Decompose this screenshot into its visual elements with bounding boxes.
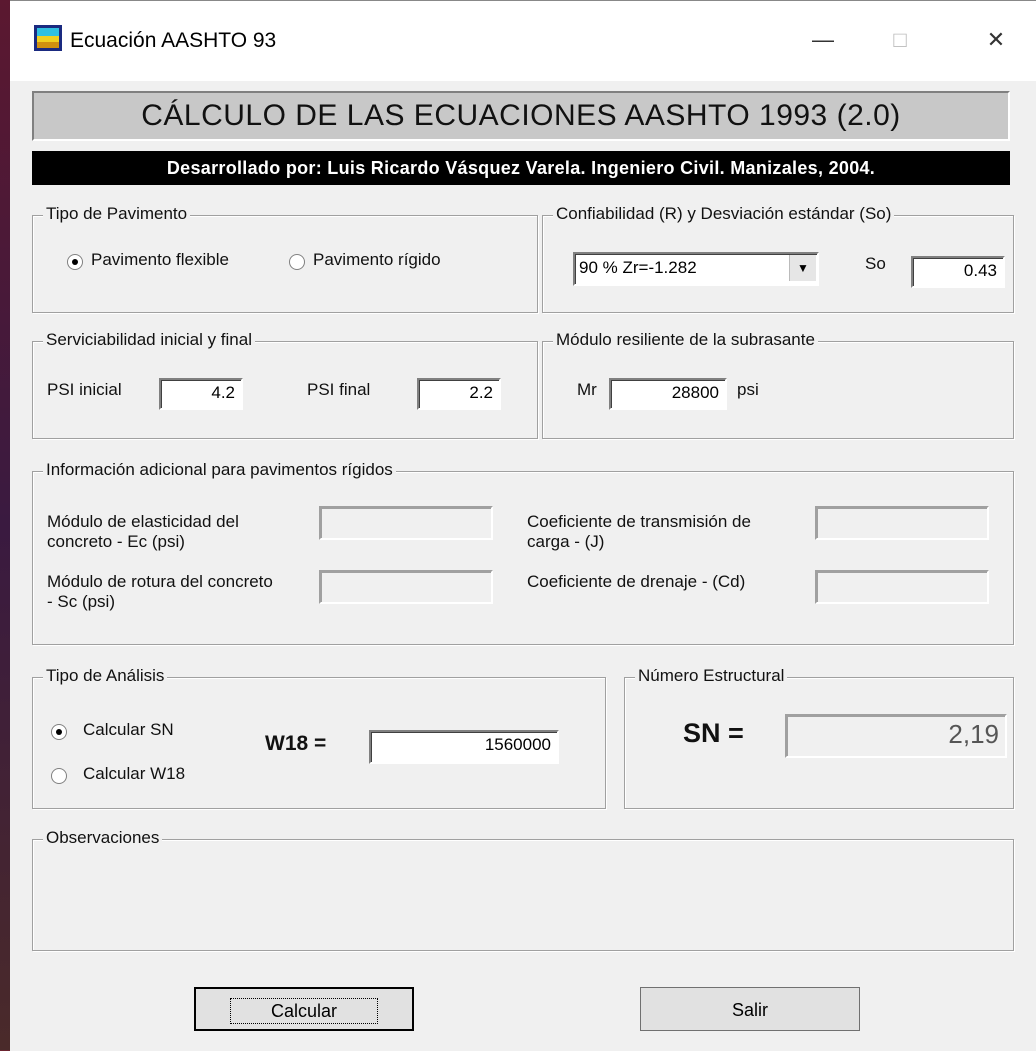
calculate-sn-radio[interactable] [51, 724, 67, 740]
serviceability-legend: Serviciabilidad inicial y final [43, 330, 255, 350]
calculate-sn-label[interactable]: Calcular SN [83, 720, 174, 740]
desktop-background [0, 0, 10, 1050]
psi-final-label: PSI final [307, 380, 371, 399]
modulus-group: Módulo resiliente de la subrasante Mr 28… [542, 330, 1014, 439]
pavement-flexible-label[interactable]: Pavimento flexible [91, 250, 229, 270]
ec-input[interactable] [319, 506, 493, 540]
pavement-rigid-label[interactable]: Pavimento rígido [313, 250, 441, 270]
calculate-w18-radio[interactable] [51, 768, 67, 784]
pavement-rigid-radio[interactable] [289, 254, 305, 270]
structural-number-legend: Número Estructural [635, 666, 788, 686]
mr-label: Mr [577, 380, 597, 399]
structural-number-group: Número Estructural SN = 2,19 [624, 666, 1014, 809]
observations-group: Observaciones [32, 828, 1014, 951]
psi-initial-input[interactable]: 4.2 [159, 378, 243, 410]
pavement-type-legend: Tipo de Pavimento [43, 204, 191, 224]
author-banner: Desarrollado por: Luis Ricardo Vásquez V… [32, 151, 1010, 185]
reliability-legend: Confiabilidad (R) y Desviación estándar … [553, 204, 895, 224]
w18-label: W18 = [265, 732, 327, 755]
serviceability-group: Serviciabilidad inicial y final PSI inic… [32, 330, 538, 439]
minimize-button[interactable]: — [790, 15, 856, 65]
psi-final-input[interactable]: 2.2 [417, 378, 501, 410]
window-title: Ecuación AASHTO 93 [70, 29, 277, 52]
sn-output: 2,19 [785, 714, 1007, 758]
sc-input[interactable] [319, 570, 493, 604]
so-label: So [865, 254, 886, 273]
reliability-select-value: 90 % Zr=-1.282 [579, 258, 697, 277]
title-bar[interactable]: Ecuación AASHTO 93 — □ ✕ [10, 1, 1036, 81]
analysis-legend: Tipo de Análisis [43, 666, 168, 686]
so-input[interactable]: 0.43 [911, 256, 1005, 288]
modulus-legend: Módulo resiliente de la subrasante [553, 330, 818, 350]
pavement-flexible-radio[interactable] [67, 254, 83, 270]
pavement-type-group: Tipo de Pavimento Pavimento flexible Pav… [32, 204, 538, 313]
sc-label: Módulo de rotura del concreto - Sc (psi) [47, 572, 273, 611]
exit-button[interactable]: Salir [640, 987, 860, 1031]
app-icon [34, 25, 62, 51]
j-label: Coeficiente de transmisión de carga - (J… [527, 512, 751, 551]
psi-initial-label: PSI inicial [47, 380, 122, 399]
calculate-button[interactable]: Calcular [194, 987, 414, 1031]
sn-label: SN = [683, 718, 744, 748]
rigid-info-legend: Información adicional para pavimentos rí… [43, 460, 396, 480]
rigid-info-group: Información adicional para pavimentos rí… [32, 460, 1014, 645]
cd-label: Coeficiente de drenaje - (Cd) [527, 572, 746, 591]
w18-input[interactable]: 1560000 [369, 730, 559, 764]
cd-input[interactable] [815, 570, 989, 604]
ec-label: Módulo de elasticidad del concreto - Ec … [47, 512, 239, 551]
reliability-select[interactable]: 90 % Zr=-1.282 ▼ [573, 252, 819, 286]
calculate-button-label: Calcular [229, 998, 379, 1024]
maximize-button[interactable]: □ [867, 15, 933, 65]
page-title: CÁLCULO DE LAS ECUACIONES AASHTO 1993 (2… [32, 91, 1010, 141]
j-input[interactable] [815, 506, 989, 540]
mr-unit-label: psi [737, 380, 759, 399]
app-window: Ecuación AASHTO 93 — □ ✕ CÁLCULO DE LAS … [10, 0, 1036, 1051]
calculate-w18-label[interactable]: Calcular W18 [83, 764, 185, 784]
chevron-down-icon[interactable]: ▼ [789, 255, 816, 281]
observations-legend: Observaciones [43, 828, 163, 848]
analysis-group: Tipo de Análisis Calcular SN Calcular W1… [32, 666, 606, 809]
close-button[interactable]: ✕ [963, 15, 1029, 65]
reliability-group: Confiabilidad (R) y Desviación estándar … [542, 204, 1014, 313]
mr-input[interactable]: 28800 [609, 378, 727, 410]
